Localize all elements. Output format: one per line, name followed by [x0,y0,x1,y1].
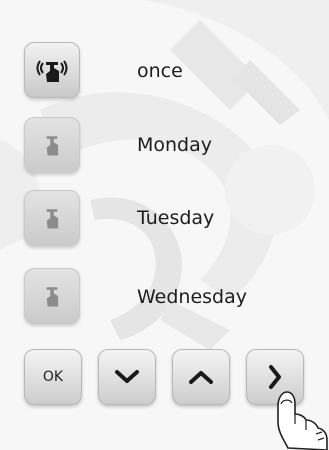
schedule-toggle-monday[interactable] [24,117,80,173]
touch-active-icon [36,60,68,82]
schedule-label-once: once [137,60,183,82]
chevron-up-icon [189,371,213,384]
ok-button-label: OK [42,369,64,385]
chevron-down-icon [115,370,139,383]
schedule-toggle-once[interactable] [24,42,80,98]
ok-button[interactable]: OK [24,349,82,405]
schedule-toggle-tuesday[interactable] [24,190,80,246]
scroll-down-button[interactable] [98,349,156,405]
schedule-toggle-wednesday[interactable] [24,268,80,324]
touch-icon [46,136,59,156]
touch-icon [46,209,59,229]
pointing-finger-icon [277,391,328,450]
scroll-up-button[interactable] [172,349,230,405]
touch-icon [46,287,59,307]
schedule-label-wednesday: Wednesday [137,286,248,308]
schedule-label-tuesday: Tuesday [137,207,215,229]
schedule-label-monday: Monday [137,134,213,156]
